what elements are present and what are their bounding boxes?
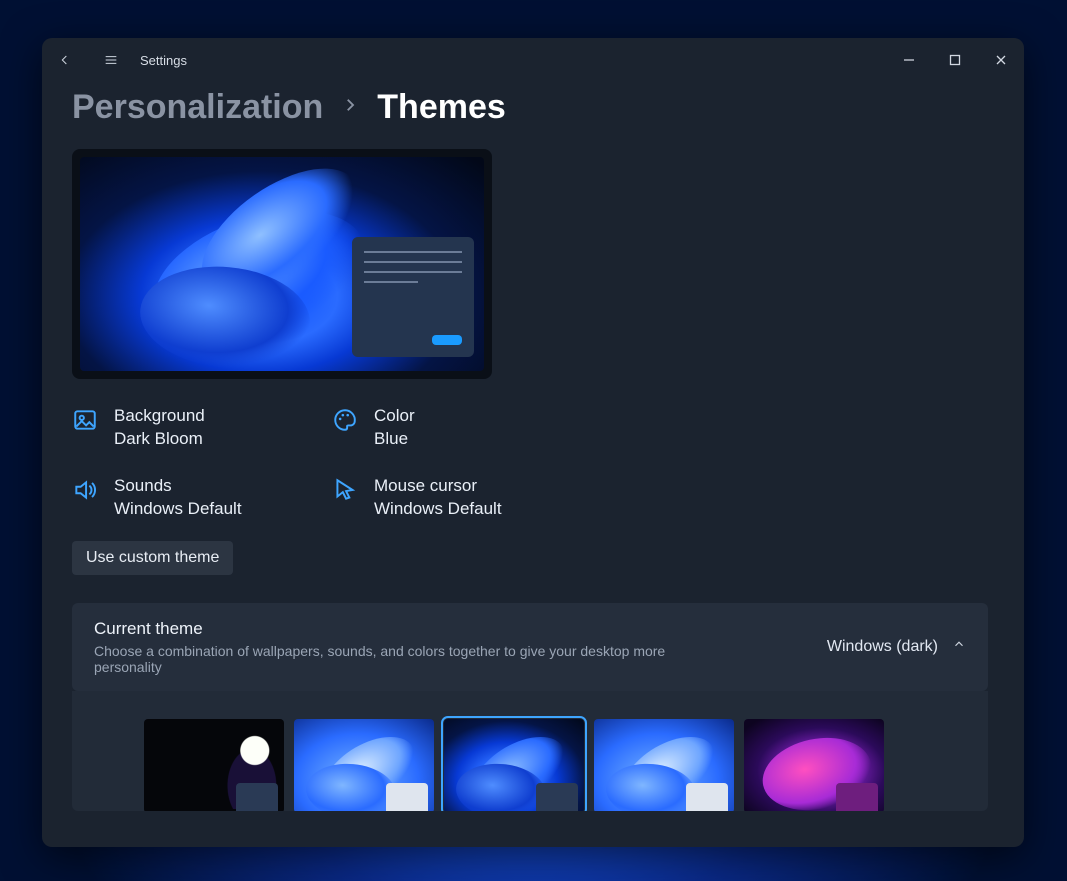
prop-label: Mouse cursor bbox=[374, 475, 502, 498]
settings-window: Settings Personalization Themes bbox=[42, 38, 1024, 847]
picture-icon bbox=[72, 407, 98, 433]
breadcrumb: Personalization Themes bbox=[72, 88, 994, 127]
prop-value: Windows Default bbox=[114, 498, 242, 521]
speaker-icon bbox=[72, 477, 98, 503]
prop-label: Background bbox=[114, 405, 205, 428]
hamburger-button[interactable] bbox=[88, 38, 134, 82]
prop-label: Sounds bbox=[114, 475, 242, 498]
theme-thumb-joker[interactable] bbox=[144, 719, 284, 811]
back-button[interactable] bbox=[42, 38, 88, 82]
breadcrumb-parent[interactable]: Personalization bbox=[72, 88, 323, 127]
close-button[interactable] bbox=[978, 40, 1024, 80]
cursor-setting[interactable]: Mouse cursor Windows Default bbox=[332, 475, 592, 521]
prop-value: Dark Bloom bbox=[114, 428, 205, 451]
content-area: Personalization Themes Background Dark B… bbox=[42, 82, 1024, 847]
theme-thumbnails bbox=[72, 691, 988, 811]
theme-properties: Background Dark Bloom Color Blue Sounds … bbox=[72, 405, 994, 521]
breadcrumb-current: Themes bbox=[377, 88, 506, 127]
panel-subtitle: Choose a combination of wallpapers, soun… bbox=[94, 643, 734, 675]
cursor-icon bbox=[332, 477, 358, 503]
minimize-button[interactable] bbox=[886, 40, 932, 80]
theme-thumb-windows-light-2[interactable] bbox=[594, 719, 734, 811]
use-custom-theme-button[interactable]: Use custom theme bbox=[72, 541, 233, 575]
theme-thumb-windows-light[interactable] bbox=[294, 719, 434, 811]
palette-icon bbox=[332, 407, 358, 433]
panel-title: Current theme bbox=[94, 619, 827, 639]
titlebar: Settings bbox=[42, 38, 1024, 82]
prop-label: Color bbox=[374, 405, 415, 428]
color-setting[interactable]: Color Blue bbox=[332, 405, 592, 451]
prop-value: Blue bbox=[374, 428, 415, 451]
theme-thumb-glow[interactable] bbox=[744, 719, 884, 811]
chevron-up-icon bbox=[952, 637, 966, 656]
maximize-button[interactable] bbox=[932, 40, 978, 80]
background-setting[interactable]: Background Dark Bloom bbox=[72, 405, 332, 451]
theme-thumb-windows-dark[interactable] bbox=[444, 719, 584, 811]
prop-value: Windows Default bbox=[374, 498, 502, 521]
app-title: Settings bbox=[140, 53, 187, 68]
chevron-right-icon bbox=[341, 96, 359, 119]
sample-window-overlay bbox=[352, 237, 474, 357]
current-theme-value: Windows (dark) bbox=[827, 638, 938, 656]
sounds-setting[interactable]: Sounds Windows Default bbox=[72, 475, 332, 521]
current-theme-panel[interactable]: Current theme Choose a combination of wa… bbox=[72, 603, 988, 691]
theme-preview bbox=[72, 149, 492, 379]
